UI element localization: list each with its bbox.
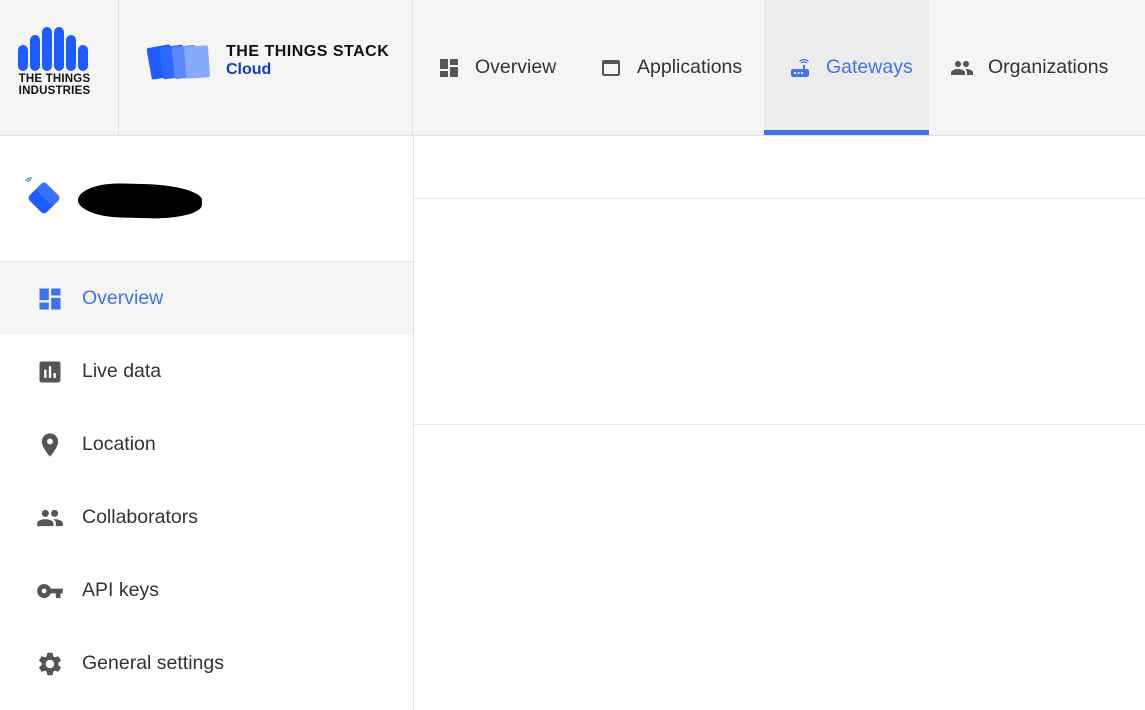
sidebar-item-location[interactable]: Location <box>0 408 413 481</box>
nav-tab-gateways[interactable]: Gateways <box>764 0 929 135</box>
content-divider <box>414 198 1145 199</box>
people-icon <box>951 60 973 75</box>
sidebar-item-label: Overview <box>82 287 164 309</box>
sidebar-item-label: Collaborators <box>82 506 198 528</box>
content-divider <box>414 424 1145 425</box>
product-title: THE THINGS STACK <box>226 43 390 60</box>
tti-logo-text: THE THINGS INDUSTRIES <box>0 73 109 97</box>
sidebar-item-general-settings[interactable]: General settings <box>0 627 413 700</box>
application-window-icon <box>602 59 620 76</box>
gateway-sidebar: Overview Live data Location Collaborator… <box>0 136 414 710</box>
sidebar-item-live-data[interactable]: Live data <box>0 335 413 408</box>
the-things-stack-logo[interactable]: THE THINGS STACK Cloud <box>119 0 413 135</box>
bar-chart-icon <box>39 361 61 382</box>
sidebar-item-label: Location <box>82 433 156 455</box>
nav-tab-applications[interactable]: Applications <box>575 0 764 135</box>
dashboard-icon <box>440 58 458 77</box>
gateway-icon <box>25 177 60 214</box>
key-icon <box>37 583 63 598</box>
the-things-industries-logo[interactable]: THE THINGS INDUSTRIES <box>0 0 119 135</box>
tti-logo-line1: THE THINGS <box>18 73 91 85</box>
gateway-header <box>0 136 413 262</box>
sidebar-item-overview[interactable]: Overview <box>0 262 413 335</box>
tti-logo-line2: INDUSTRIES <box>18 84 91 97</box>
sidebar-item-label: Live data <box>82 360 162 382</box>
top-header: THE THINGS INDUSTRIES THE THINGS STACK C… <box>0 0 1145 136</box>
people-icon <box>37 509 63 526</box>
nav-tab-label: Gateways <box>826 56 913 78</box>
nav-tab-label: Overview <box>475 56 557 78</box>
product-subtitle: Cloud <box>226 61 272 78</box>
main-content-area <box>414 136 1145 710</box>
sidebar-item-label: General settings <box>82 652 224 674</box>
dashboard-icon <box>39 288 61 309</box>
gateway-name-redacted <box>77 182 203 220</box>
nav-tab-organizations[interactable]: Organizations <box>926 0 1136 135</box>
gear-icon <box>39 652 61 675</box>
sidebar-item-label: API keys <box>82 579 159 601</box>
nav-tab-label: Applications <box>637 56 743 78</box>
nav-tab-label: Organizations <box>988 56 1109 78</box>
stack-cards-icon <box>146 44 210 80</box>
sidebar-item-collaborators[interactable]: Collaborators <box>0 481 413 554</box>
sidebar-item-api-keys[interactable]: API keys <box>0 554 413 627</box>
nav-tab-overview[interactable]: Overview <box>413 0 582 135</box>
tti-logo-bars-icon <box>18 27 88 71</box>
location-pin-icon <box>41 432 59 457</box>
router-icon <box>791 58 809 77</box>
